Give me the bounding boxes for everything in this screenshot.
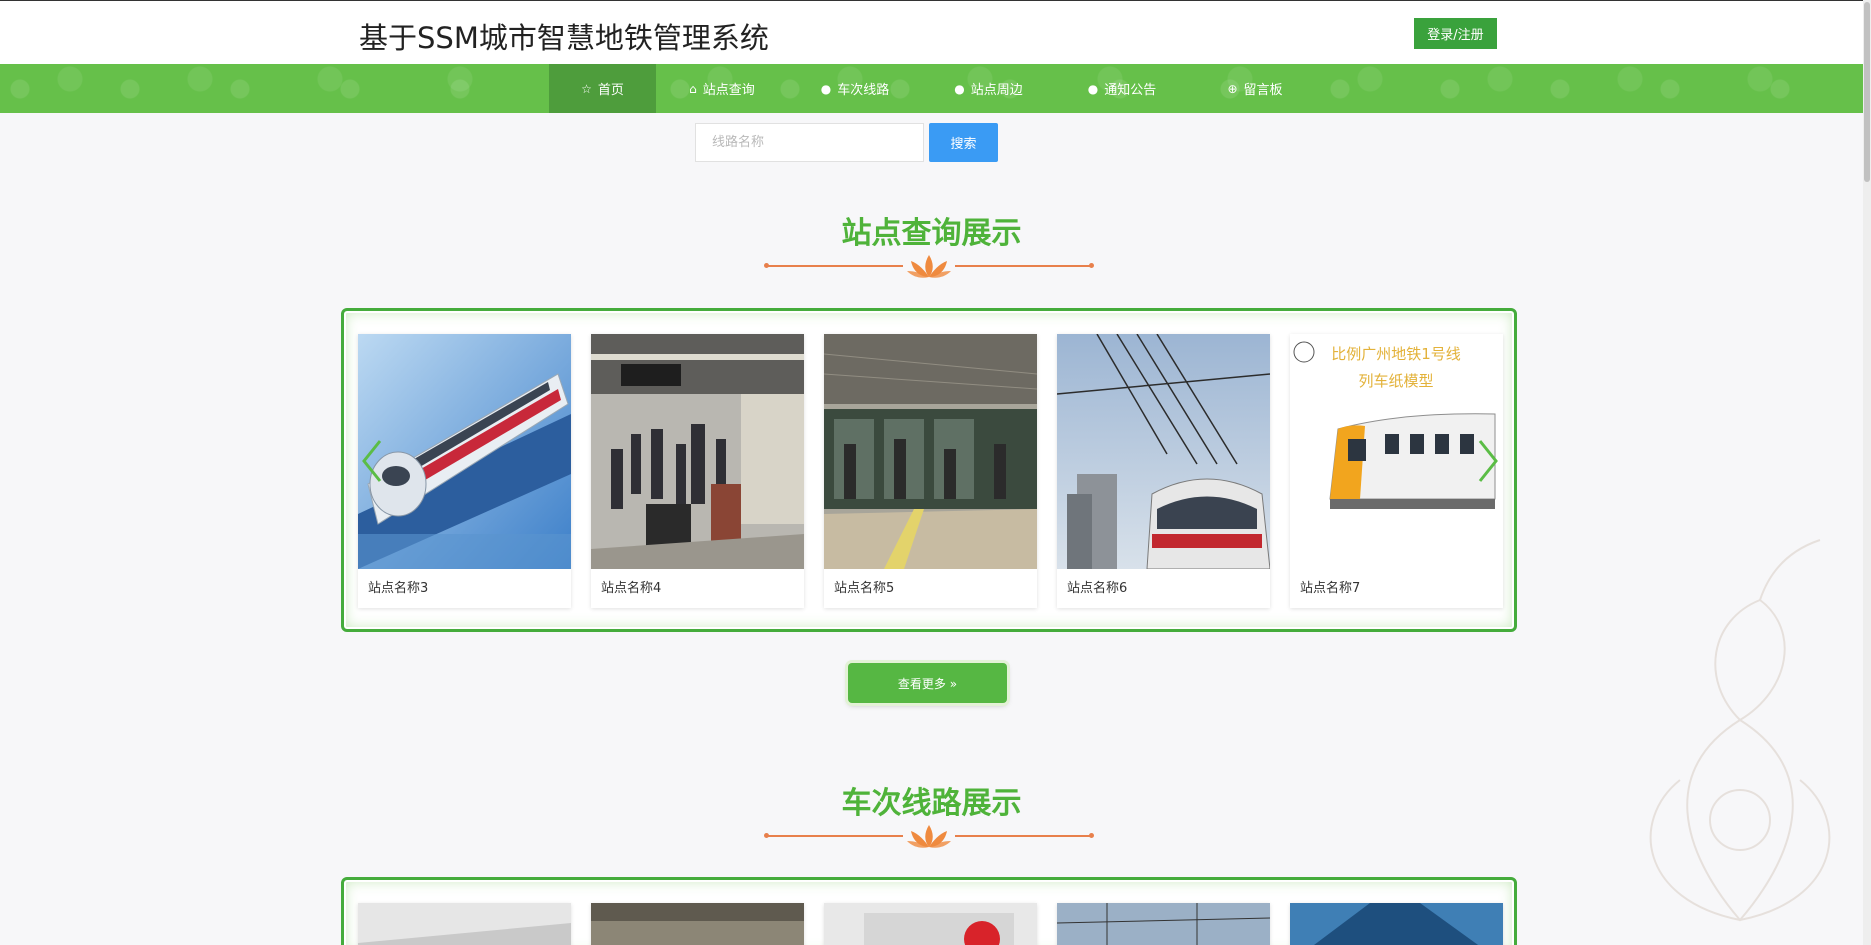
nav-item-label: 留言板 (1243, 83, 1283, 98)
model-caption-line1: 比例广州地铁1号线 (1331, 345, 1461, 363)
lotus-icon (907, 255, 951, 278)
station-card[interactable]: 站点名称4 (591, 334, 804, 608)
station-name: 站点名称3 (368, 581, 429, 596)
nav-item-station-surroundings[interactable]: ● 站点周边 (922, 64, 1055, 113)
login-register-button[interactable]: 登录/注册 (1414, 18, 1497, 49)
top-bar: 基于SSM城市智慧地铁管理系统 登录/注册 (0, 0, 1863, 64)
station-carousel: 站点名称3 站点名称4 站点名称5 站点名称6 比例广州地铁1号线 列车纸模型 … (341, 308, 1517, 632)
search-button[interactable]: 搜索 (929, 123, 998, 162)
chevron-right-icon (1478, 440, 1498, 482)
site-title: 基于SSM城市智慧地铁管理系统 (359, 21, 769, 55)
star-icon: ☆ (581, 81, 592, 96)
station-photo (1057, 334, 1270, 569)
station-photo (591, 334, 804, 569)
lotus-icon (907, 825, 951, 848)
station-card[interactable]: 站点名称5 (824, 334, 1037, 608)
info-circle-icon: ● (954, 81, 965, 96)
model-caption-line2: 列车纸模型 (1358, 372, 1433, 390)
nav-item-home[interactable]: ☆ 首页 (549, 64, 656, 113)
route-photo (591, 903, 804, 945)
station-section-title: 站点查询展示 (841, 216, 1022, 251)
route-card[interactable] (1057, 903, 1270, 945)
route-search-input[interactable] (695, 123, 924, 162)
nav-item-label: 通知公告 (1104, 83, 1157, 98)
info-circle-icon: ● (820, 81, 832, 96)
route-photo (358, 903, 571, 945)
nav-item-label: 车次线路 (837, 83, 890, 98)
nav-item-station-query[interactable]: ⌂ 站点查询 (656, 64, 788, 113)
route-card[interactable] (591, 903, 804, 945)
station-name: 站点名称4 (601, 581, 662, 596)
nav-item-train-routes[interactable]: ● 车次线路 (788, 64, 922, 113)
nav-item-label: 站点查询 (702, 83, 755, 98)
station-name: 站点名称5 (834, 581, 895, 596)
main-navbar: ☆ 首页 ⌂ 站点查询 ● 车次线路 ● 站点周边 ● 通知公告 ⊕ 留言板 (0, 64, 1863, 113)
view-more-button[interactable]: 查看更多 » (848, 663, 1007, 703)
nav-list: ☆ 首页 ⌂ 站点查询 ● 车次线路 ● 站点周边 ● 通知公告 ⊕ 留言板 (549, 64, 1321, 113)
nav-item-announcements[interactable]: ● 通知公告 (1055, 64, 1189, 113)
carousel-prev-arrow[interactable] (352, 431, 392, 491)
flower-decoration-icon (1649, 539, 1831, 922)
page-scrollbar[interactable] (1863, 0, 1871, 945)
scrollbar-thumb[interactable] (1864, 2, 1870, 182)
section-divider (764, 251, 1094, 281)
nav-item-message-board[interactable]: ⊕ 留言板 (1189, 64, 1321, 113)
route-card[interactable] (824, 903, 1037, 945)
station-card[interactable]: 站点名称6 (1057, 334, 1270, 608)
station-name: 站点名称6 (1067, 581, 1128, 596)
info-circle-icon: ● (1087, 81, 1099, 96)
nav-item-label: 首页 (597, 83, 624, 98)
route-carousel (341, 877, 1517, 945)
route-photo (1057, 903, 1270, 945)
nav-item-label: 站点周边 (970, 83, 1023, 98)
route-card[interactable] (1290, 903, 1503, 945)
route-photo (1290, 903, 1503, 945)
home-icon: ⌂ (689, 81, 697, 96)
station-photo (824, 334, 1037, 569)
carousel-next-arrow[interactable] (1468, 431, 1508, 491)
route-photo (824, 903, 1037, 945)
globe-icon: ⊕ (1227, 81, 1238, 96)
route-card[interactable] (358, 903, 571, 945)
chevron-left-icon (362, 440, 382, 482)
station-name: 站点名称7 (1300, 581, 1361, 596)
section-divider (764, 821, 1094, 851)
route-section-title: 车次线路展示 (841, 786, 1022, 821)
